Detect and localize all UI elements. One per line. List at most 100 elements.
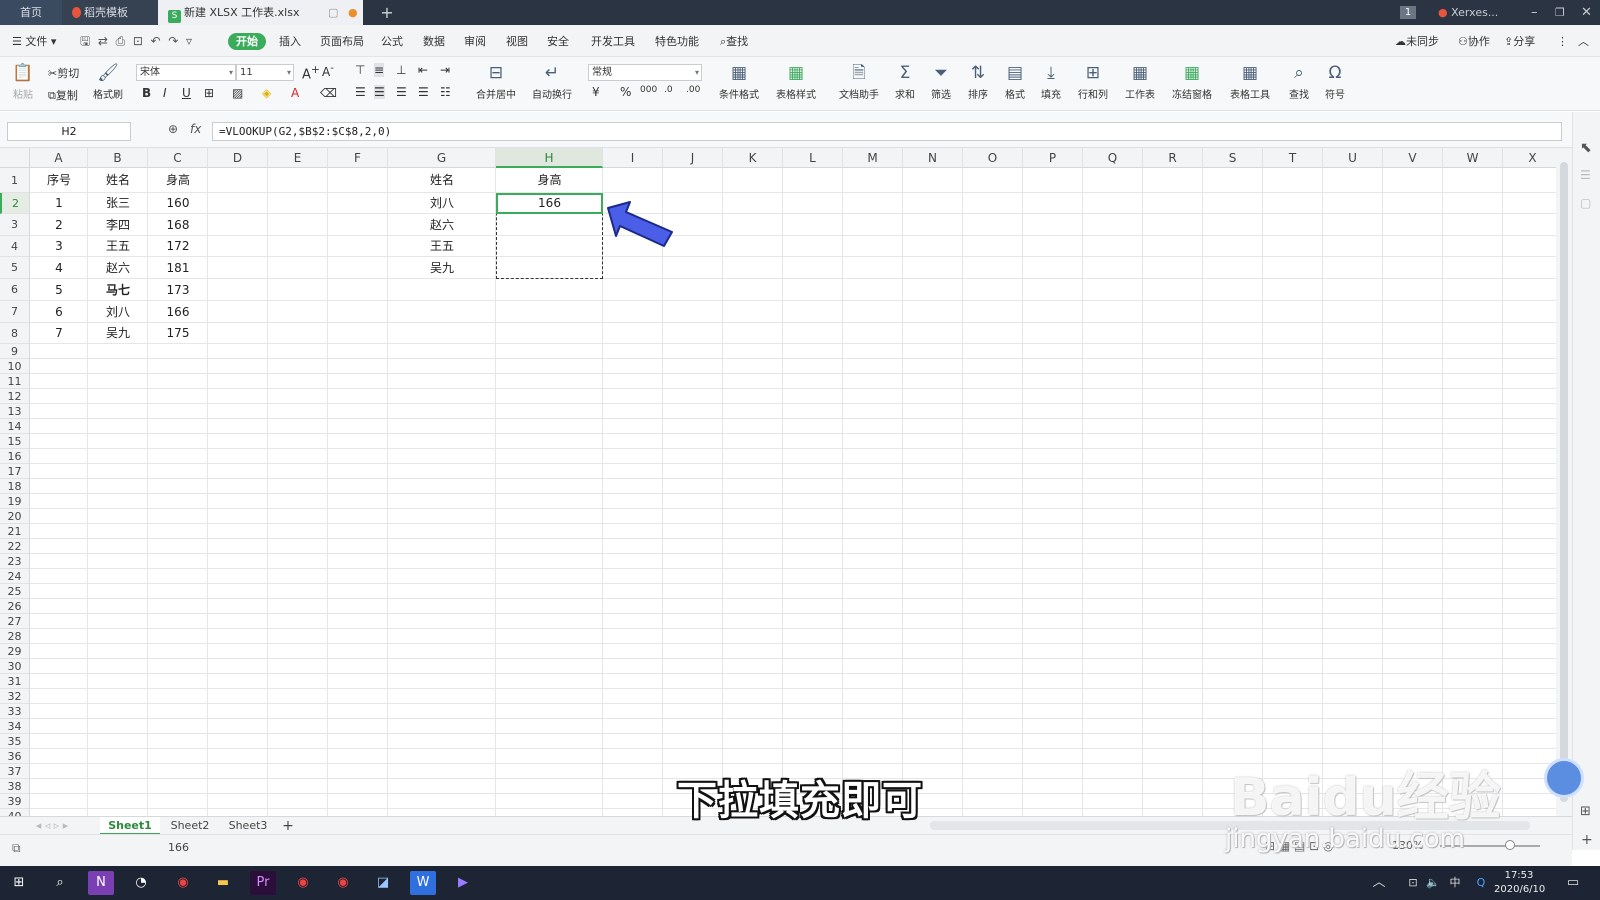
underline-icon[interactable]: U: [182, 86, 191, 100]
column-header-c[interactable]: C: [148, 148, 208, 168]
tab-template[interactable]: 稻壳模板: [62, 0, 158, 25]
undo-icon[interactable]: ↶: [151, 34, 161, 48]
data-cell[interactable]: 王五: [88, 236, 148, 257]
distribute-icon[interactable]: ☷: [440, 85, 451, 99]
row-header-34[interactable]: 34: [0, 719, 30, 734]
column-header-w[interactable]: W: [1443, 148, 1503, 168]
data-cell[interactable]: 赵六: [88, 257, 148, 279]
column-header-p[interactable]: P: [1023, 148, 1083, 168]
row-header-31[interactable]: 31: [0, 674, 30, 689]
data-cell[interactable]: 181: [148, 257, 208, 279]
search-command[interactable]: ⌕查找: [720, 33, 748, 50]
font-size-select[interactable]: 11: [236, 64, 294, 81]
fill-button[interactable]: ⤓ 填充: [1036, 63, 1066, 101]
row-header-6[interactable]: 6: [0, 279, 30, 301]
row-header-10[interactable]: 10: [0, 359, 30, 374]
column-header-r[interactable]: R: [1143, 148, 1203, 168]
column-header-i[interactable]: I: [603, 148, 663, 168]
filter-button[interactable]: ⏷ 筛选: [926, 63, 956, 101]
align-center-icon[interactable]: ☰: [374, 85, 385, 99]
decrease-decimal-icon[interactable]: .00: [686, 85, 700, 95]
find-button[interactable]: ⌕ 查找: [1284, 63, 1314, 101]
menu-review[interactable]: 审阅: [464, 33, 486, 50]
row-header-23[interactable]: 23: [0, 554, 30, 569]
data-cell[interactable]: 2: [30, 214, 88, 236]
data-cell[interactable]: 马七: [88, 279, 148, 301]
data-cell[interactable]: 175: [148, 323, 208, 344]
data-cell[interactable]: 1: [30, 193, 88, 214]
row-col-button[interactable]: ⊞ 行和列: [1074, 63, 1112, 101]
table-tools-button[interactable]: ▦ 表格工具: [1224, 63, 1276, 101]
shrink-font-icon[interactable]: A-: [322, 63, 334, 79]
file-menu[interactable]: ☰ 文件 ▾: [12, 33, 56, 50]
redo-icon[interactable]: ↷: [168, 34, 178, 48]
data-cell[interactable]: 7: [30, 323, 88, 344]
column-header-j[interactable]: J: [663, 148, 723, 168]
cell-style-icon[interactable]: ▨: [232, 86, 243, 100]
align-middle-icon[interactable]: ≡: [374, 63, 385, 77]
zoom-slider-thumb[interactable]: [1505, 840, 1515, 850]
column-header-o[interactable]: O: [963, 148, 1023, 168]
table-style-button[interactable]: ▦ 表格样式: [770, 63, 822, 101]
row-header-29[interactable]: 29: [0, 644, 30, 659]
data-cell[interactable]: 张三: [88, 193, 148, 214]
lookup-name-cell[interactable]: 吴九: [388, 257, 496, 279]
row-header-36[interactable]: 36: [0, 749, 30, 764]
select-all-corner[interactable]: [0, 148, 30, 168]
column-header-u[interactable]: U: [1323, 148, 1383, 168]
row-header-22[interactable]: 22: [0, 539, 30, 554]
row-header-15[interactable]: 15: [0, 434, 30, 449]
increase-decimal-icon[interactable]: .0: [664, 85, 673, 95]
sort-button[interactable]: ⇅ 排序: [963, 63, 993, 101]
column-header-v[interactable]: V: [1383, 148, 1443, 168]
column-header-d[interactable]: D: [208, 148, 268, 168]
fill-color-icon[interactable]: ◈: [262, 86, 271, 100]
notification-icon[interactable]: ▭: [1560, 871, 1586, 895]
row-header-1[interactable]: 1: [0, 168, 30, 193]
name-box[interactable]: H2: [7, 122, 131, 141]
row-header-21[interactable]: 21: [0, 524, 30, 539]
formula-input[interactable]: =VLOOKUP(G2,$B$2:$C$8,2,0): [212, 122, 1562, 141]
row-header-11[interactable]: 11: [0, 374, 30, 389]
row-header-28[interactable]: 28: [0, 629, 30, 644]
data-cell[interactable]: 6: [30, 301, 88, 323]
column-header-n[interactable]: N: [903, 148, 963, 168]
copy-button[interactable]: ⧉复制: [48, 87, 78, 103]
column-header-m[interactable]: M: [843, 148, 903, 168]
browser-icon[interactable]: ◉: [170, 871, 196, 895]
row-header-26[interactable]: 26: [0, 599, 30, 614]
data-cell[interactable]: 166: [148, 301, 208, 323]
zoom-formula-icon[interactable]: ⊕: [168, 122, 178, 136]
symbol-button[interactable]: Ω 符号: [1320, 63, 1350, 101]
lookup-header-name[interactable]: 姓名: [388, 168, 496, 193]
header-cell[interactable]: 姓名: [88, 168, 148, 193]
data-cell[interactable]: 172: [148, 236, 208, 257]
row-header-16[interactable]: 16: [0, 449, 30, 464]
app-icon-clock[interactable]: ◔: [128, 871, 154, 895]
windows-start-icon[interactable]: ⊞: [6, 871, 32, 895]
currency-icon[interactable]: ¥: [592, 85, 600, 99]
collaborate-button[interactable]: ⚇协作: [1458, 33, 1490, 50]
sync-status[interactable]: ☁未同步: [1395, 33, 1439, 50]
menu-insert[interactable]: 插入: [279, 33, 301, 50]
export-icon[interactable]: ⇄: [98, 34, 108, 48]
more-icon[interactable]: ⋮: [1557, 33, 1568, 50]
menu-special[interactable]: 特色功能: [655, 33, 699, 50]
column-header-k[interactable]: K: [723, 148, 783, 168]
zoom-plus-icon[interactable]: +: [1581, 832, 1593, 848]
notes-app-icon[interactable]: ◪: [370, 871, 396, 895]
row-header-7[interactable]: 7: [0, 301, 30, 323]
row-header-18[interactable]: 18: [0, 479, 30, 494]
vertical-scroll-thumb[interactable]: [1560, 162, 1568, 802]
freeze-panes-button[interactable]: ▦ 冻结窗格: [1166, 63, 1218, 101]
justify-icon[interactable]: ☰: [418, 85, 429, 99]
row-header-3[interactable]: 3: [0, 214, 30, 236]
tray-chevron-icon[interactable]: ︿: [1366, 871, 1392, 895]
data-cell[interactable]: 李四: [88, 214, 148, 236]
menu-formulas[interactable]: 公式: [381, 33, 403, 50]
column-header-x[interactable]: X: [1503, 148, 1556, 168]
font-color-icon[interactable]: A: [291, 86, 299, 100]
user-account[interactable]: ● Xerxes...: [1438, 0, 1498, 25]
lookup-header-height[interactable]: 身高: [496, 168, 603, 193]
format-painter-button[interactable]: 🖌 格式刷: [92, 63, 124, 101]
